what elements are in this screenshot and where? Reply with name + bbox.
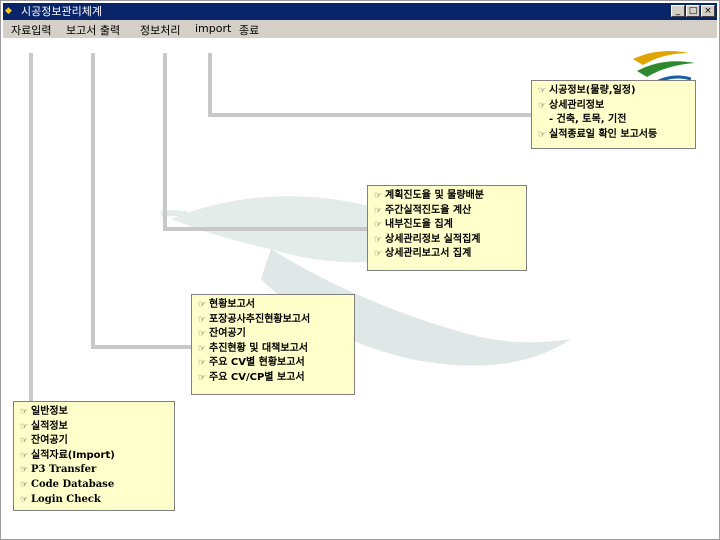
app-icon[interactable]: ◆ — [5, 5, 19, 17]
list-item: ☞ 상세관리보고서 집계 — [374, 247, 520, 262]
main-content: ☞ 시공정보(물량,일정) ☞ 상세관리정보 - 건축, 토목, 기전 ☞ 실적종료일… — [1, 39, 719, 539]
info-box-reports: ☞ 현황보고서 ☞ 포장공사추진현황보고서 ☞ 잔여공기 ☞ 추진현황 및 대책보고서 … — [191, 294, 355, 395]
close-button[interactable]: × — [701, 5, 715, 17]
list-item: ☞ 일반정보 — [20, 405, 168, 420]
info-box-import: ☞ 시공정보(물량,일정) ☞ 상세관리정보 - 건축, 토목, 기전 ☞ 실적종료일… — [531, 80, 696, 149]
list-item: ☞ 실적정보 — [20, 420, 168, 435]
connector-import-vertical — [208, 53, 212, 117]
hand-pointer-icon: ☞ — [374, 191, 383, 201]
list-item: ☞ 실적종료일 확인 보고서등 — [538, 128, 689, 143]
window-title: 시공정보관리체계 — [21, 5, 102, 18]
list-item: ☞ 상세관리정보 실적집계 — [374, 233, 520, 248]
hand-pointer-icon: ☞ — [538, 86, 547, 96]
connector-import-horizontal — [208, 113, 532, 117]
menu-item-data-input[interactable]: 자료입력 — [11, 22, 51, 38]
connector-processing-horizontal — [163, 227, 368, 231]
info-box-input: ☞ 일반정보 ☞ 실적정보 ☞ 잔여공기 ☞ 실적자료(Import) ☞ P3 Tran… — [13, 401, 175, 511]
hand-pointer-icon: ☞ — [538, 100, 547, 111]
list-item: - 건축, 토목, 기전 — [549, 114, 627, 126]
hand-pointer-icon: ☞ — [20, 479, 29, 490]
list-item: ☞ 주간실적진도율 계산 — [374, 204, 520, 219]
list-item: ☞ 주요 CV/CP별 보고서 — [198, 371, 348, 386]
connector-reports-horizontal — [91, 345, 192, 349]
list-item: ☞ Login Check — [20, 493, 168, 508]
hand-pointer-icon: ☞ — [198, 372, 207, 383]
menu-item-processing[interactable]: 정보처리 — [140, 22, 180, 38]
hand-pointer-icon: ☞ — [20, 421, 29, 432]
hand-pointer-icon: ☞ — [198, 343, 207, 354]
list-item: ☞ 잔여공기 — [20, 434, 168, 449]
hand-pointer-icon: ☞ — [374, 249, 383, 260]
connector-input-vertical — [29, 53, 33, 403]
connector-reports-vertical — [91, 53, 95, 349]
hand-pointer-icon: ☞ — [20, 465, 29, 476]
menu-item-import[interactable]: import — [195, 22, 231, 35]
hand-pointer-icon: ☞ — [20, 407, 29, 417]
list-item: ☞ 추진현황 및 대책보고서 — [198, 342, 348, 357]
list-item: ☞ 포장공사추진현황보고서 — [198, 313, 348, 328]
connector-processing-vertical — [163, 53, 167, 231]
maximize-button[interactable]: □ — [686, 5, 700, 17]
menu-item-report-output[interactable]: 보고서 출력 — [66, 22, 120, 38]
list-item: ☞ 내부진도율 집계 — [374, 218, 520, 233]
list-item: ☞ 주요 CV별 현황보고서 — [198, 356, 348, 371]
hand-pointer-icon: ☞ — [198, 314, 207, 325]
list-item: ☞ 시공정보(물량,일정) — [538, 84, 689, 99]
info-box-processing: ☞ 계획진도율 및 물량배분 ☞ 주간실적진도율 계산 ☞ 내부진도율 집계 ☞ 상세관… — [367, 185, 527, 271]
hand-pointer-icon: ☞ — [374, 205, 383, 216]
hand-pointer-icon: ☞ — [20, 450, 29, 461]
list-item: ☞ Code Database — [20, 478, 168, 493]
hand-pointer-icon: ☞ — [198, 300, 207, 310]
list-item: ☞ 현황보고서 — [198, 298, 348, 313]
hand-pointer-icon: ☞ — [538, 129, 547, 140]
menu-item-exit[interactable]: 종료 — [239, 22, 259, 38]
hand-pointer-icon: ☞ — [374, 234, 383, 245]
hand-pointer-icon: ☞ — [20, 436, 29, 447]
list-item: ☞ 상세관리정보 — [538, 99, 689, 114]
list-item: ☞ 잔여공기 — [198, 327, 348, 342]
hand-pointer-icon: ☞ — [374, 220, 383, 231]
minimize-button[interactable]: _ — [671, 5, 685, 17]
list-item: ☞ 계획진도율 및 물량배분 — [374, 189, 520, 204]
menu-bar: 자료입력 보고서 출력 정보처리 import 종료 — [3, 20, 717, 38]
list-item: ☞ P3 Transfer — [20, 463, 168, 478]
hand-pointer-icon: ☞ — [198, 329, 207, 340]
title-bar[interactable]: ◆ 시공정보관리체계 _ □ × — [3, 3, 717, 20]
app-window: ◆ 시공정보관리체계 _ □ × 자료입력 보고서 출력 정보처리 import… — [0, 0, 720, 540]
hand-pointer-icon: ☞ — [198, 358, 207, 369]
hand-pointer-icon: ☞ — [20, 494, 29, 505]
list-item: ☞ 실적자료(Import) — [20, 449, 168, 464]
